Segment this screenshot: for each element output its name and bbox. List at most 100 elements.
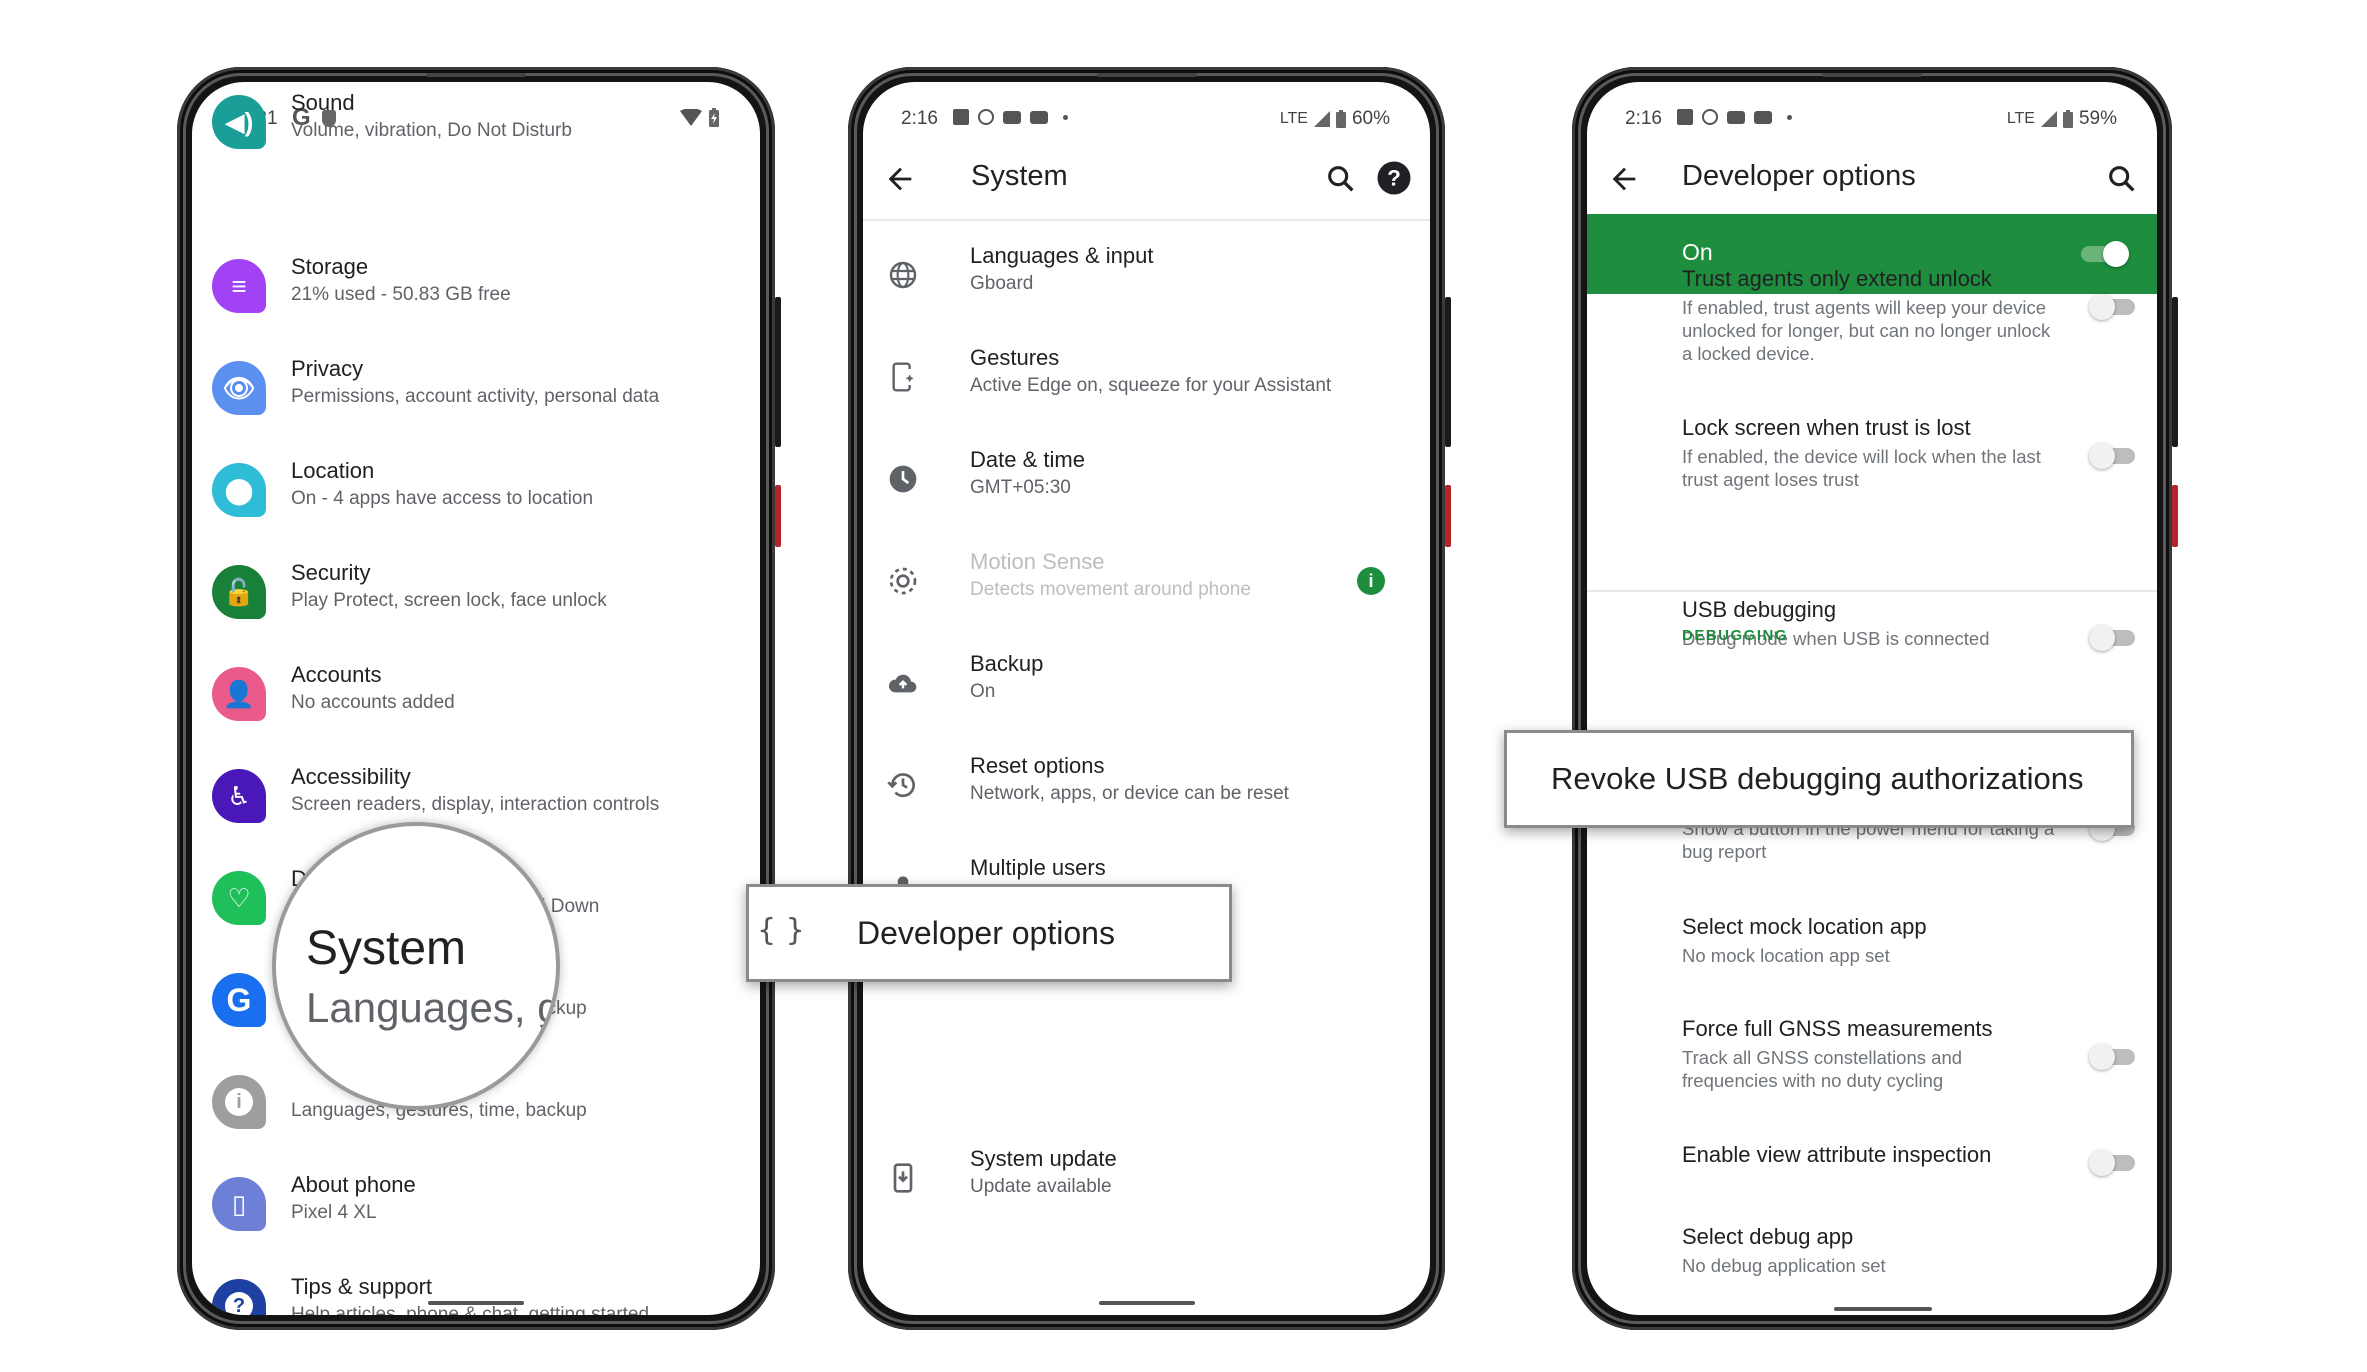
info-icon: i xyxy=(212,1075,266,1129)
info-icon[interactable]: i xyxy=(1357,567,1385,595)
system-item-date-time[interactable]: Date & time GMT+05:30 xyxy=(863,429,1430,529)
home-indicator[interactable] xyxy=(428,1301,524,1305)
toggle-switch[interactable] xyxy=(2089,1044,2135,1070)
settings-item-sound[interactable]: ◀) Sound Volume, vibration, Do Not Disturb xyxy=(192,82,760,172)
power-button xyxy=(775,485,781,547)
item-title: Enable view attribute inspection xyxy=(1682,1142,1992,1167)
clock-icon xyxy=(885,461,921,497)
revoke-usb-label: Revoke USB debugging authorizations xyxy=(1551,761,2084,796)
svg-text:?: ? xyxy=(1387,166,1401,191)
settings-item-privacy[interactable]: 👁 Privacy Permissions, account activity, p… xyxy=(192,338,760,438)
system-item-motion-sense: Motion Sense Detects movement around phon… xyxy=(863,531,1430,631)
item-subtitle: No accounts added xyxy=(291,692,455,713)
settings-item-accounts[interactable]: 👤 Accounts No accounts added xyxy=(192,644,760,744)
system-update-icon xyxy=(885,1160,921,1196)
item-title: About phone xyxy=(291,1172,416,1197)
item-subtitle: No debug application set xyxy=(1682,1255,1886,1276)
sound-icon: ◀) xyxy=(212,95,266,149)
status-bar: 2:16 LTE 60% xyxy=(863,100,1430,136)
item-title: Select mock location app xyxy=(1682,914,1927,939)
help-icon[interactable]: ? xyxy=(1376,160,1412,196)
item-subtitle: Help articles, phone & chat, getting sta… xyxy=(291,1304,650,1315)
system-item-languages-input[interactable]: Languages & input Gboard xyxy=(863,225,1430,325)
item-title: Languages & input xyxy=(970,243,1154,268)
settings-item-location[interactable]: ⬤ Location On - 4 apps have access to loca… xyxy=(192,440,760,540)
item-title: Accounts xyxy=(291,662,382,687)
dot-icon xyxy=(1063,114,1068,120)
power-button xyxy=(1445,485,1451,547)
history-icon xyxy=(885,767,921,803)
page-title: Developer options xyxy=(1682,160,1916,192)
item-title: Reset options xyxy=(970,753,1105,778)
magnifier-lens: System Languages, ge xyxy=(272,822,560,1110)
item-title: Date & time xyxy=(970,447,1085,472)
dev-option-select-debug-app[interactable]: Select debug app No debug application set xyxy=(1682,1224,2057,1277)
privacy-icon: 👁 xyxy=(212,361,266,415)
settings-item-tips-support[interactable]: ? Tips & support Help articles, phone & ch… xyxy=(192,1256,760,1315)
signal-icon xyxy=(2040,111,2057,127)
item-subtitle: Update available xyxy=(970,1175,1112,1197)
settings-item-accessibility[interactable]: ♿ Accessibility Screen readers, display, i… xyxy=(192,746,760,846)
settings-item-storage[interactable]: ≡ Storage 21% used - 50.83 GB free xyxy=(192,236,760,336)
dev-option-force-full-gnss-measurements[interactable]: Force full GNSS measurements Track all GN… xyxy=(1682,1016,2057,1092)
network-type: LTE xyxy=(1279,110,1308,127)
item-title: Storage xyxy=(291,254,369,279)
item-subtitle: Active Edge on, squeeze for your Assista… xyxy=(970,375,1332,396)
wellbeing-icon: ♡ xyxy=(212,871,266,925)
youtube-icon xyxy=(1754,110,1772,124)
system-item-backup[interactable]: Backup On xyxy=(863,633,1430,733)
toggle-switch[interactable] xyxy=(2089,625,2135,651)
back-arrow-icon[interactable] xyxy=(883,162,917,196)
toggle-switch[interactable] xyxy=(2089,294,2135,320)
volume-button xyxy=(1445,297,1451,447)
developer-options-callout[interactable]: { } Developer options xyxy=(746,884,1232,982)
speaker-grille xyxy=(1822,73,1922,77)
phone2-screen: 2:16 LTE 60% System ? Languages & input G… xyxy=(863,82,1430,1315)
location-icon: ⬤ xyxy=(212,463,266,517)
home-indicator[interactable] xyxy=(1098,1301,1195,1305)
settings-item-security[interactable]: 🔓 Security Play Protect, screen lock, face… xyxy=(192,542,760,642)
item-title: Lock screen when trust is lost xyxy=(1682,415,1971,440)
system-item-reset-options[interactable]: Reset options Network, apps, or device ca… xyxy=(863,735,1430,835)
item-title: Privacy xyxy=(291,356,364,381)
magnified-subtitle: Languages, ge xyxy=(306,984,560,1031)
accessibility-icon: ♿ xyxy=(212,769,266,823)
dev-option-enable-view-attribute-inspection[interactable]: Enable view attribute inspection xyxy=(1682,1142,2057,1168)
gestures-icon xyxy=(885,359,921,395)
item-title: Sound xyxy=(291,90,355,115)
whatsapp-icon xyxy=(978,109,994,125)
search-icon[interactable] xyxy=(2105,162,2139,196)
item-subtitle: Network, apps, or device can be reset xyxy=(970,783,1289,804)
phone-system-settings: 2:16 LTE 60% System ? Languages & input G… xyxy=(848,67,1451,1330)
system-item-system-update[interactable]: System update Update available xyxy=(863,1128,1430,1228)
cloud-upload-icon xyxy=(885,665,921,701)
dev-option-select-mock-location-app[interactable]: Select mock location app No mock location… xyxy=(1682,914,2057,967)
item-title: Accessibility xyxy=(291,764,411,789)
dev-option-lock-screen-when-trust-is-lost[interactable]: Lock screen when trust is lost If enabled… xyxy=(1682,415,2057,491)
revoke-usb-callout[interactable]: Revoke USB debugging authorizations xyxy=(1504,730,2134,828)
item-subtitle: Permissions, account activity, personal … xyxy=(291,386,660,407)
toggle-switch[interactable] xyxy=(2089,1150,2135,1176)
status-bar: 2:16 LTE 59% xyxy=(1587,100,2157,136)
accounts-icon: 👤 xyxy=(212,667,266,721)
about-phone-icon: ▯ xyxy=(212,1177,266,1231)
home-indicator[interactable] xyxy=(1834,1307,1933,1311)
speaker-grille xyxy=(1096,73,1197,77)
item-subtitle: If enabled, trust agents will keep your … xyxy=(1682,297,2051,364)
security-lock-icon: 🔓 xyxy=(212,565,266,619)
globe-icon xyxy=(885,257,921,293)
item-subtitle: 21% used - 50.83 GB free xyxy=(291,284,511,305)
toggle-switch[interactable] xyxy=(2089,443,2135,469)
settings-item-about-phone[interactable]: ▯ About phone Pixel 4 XL xyxy=(192,1154,760,1254)
master-toggle[interactable] xyxy=(2081,241,2129,267)
speaker-grille xyxy=(426,73,526,77)
motion-sense-icon xyxy=(885,563,921,599)
page-title: System xyxy=(971,160,1068,192)
system-item-gestures[interactable]: Gestures Active Edge on, squeeze for your… xyxy=(863,327,1430,427)
item-title: Location xyxy=(291,458,375,483)
dev-option-trust-agents-only-extend-unlock[interactable]: Trust agents only extend unlock If enable… xyxy=(1682,266,2057,365)
phone1-screen: 10:21 G ◀)SoundVolume, vibration, Do Not… xyxy=(192,82,760,1315)
back-arrow-icon[interactable] xyxy=(1607,162,1641,196)
item-subtitle: GMT+05:30 xyxy=(970,477,1071,498)
search-icon[interactable] xyxy=(1324,162,1358,196)
